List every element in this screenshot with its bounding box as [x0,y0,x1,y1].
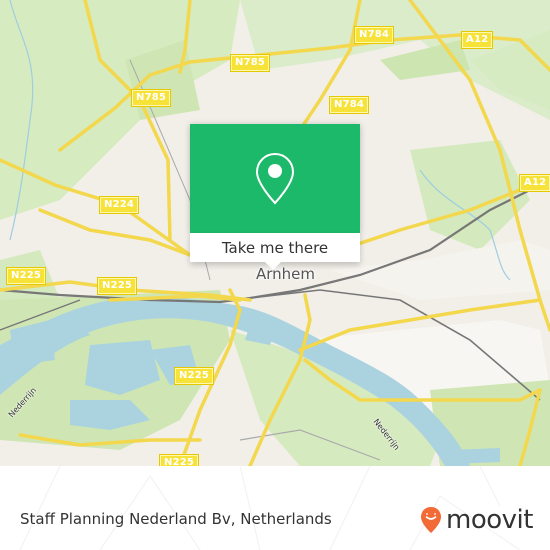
road-shield-n225: N225 [5,267,47,285]
take-me-there-button[interactable]: Take me there [190,233,360,262]
popup-header [190,124,360,233]
road-shield-n225: N225 [96,277,138,295]
moovit-pin-icon [421,507,441,533]
road-shield-n785: N785 [130,89,172,107]
road-shield-n225: N225 [158,454,200,466]
road-shield-n785: N785 [229,54,271,72]
road-shield-a12: A12 [460,31,494,49]
map-pin-icon [255,152,295,204]
location-popup [190,124,360,233]
moovit-wordmark: moovit [446,505,533,535]
road-shield-n224: N224 [98,196,140,214]
place-title: Staff Planning Nederland Bv, Netherlands [20,510,332,528]
popup-pointer [264,261,282,270]
road-shield-n784: N784 [328,96,370,114]
moovit-logo[interactable]: moovit [420,505,533,535]
road-shield-n225: N225 [173,367,215,385]
road-shield-n784: N784 [353,26,395,44]
road-shield-a12: A12 [518,174,550,192]
